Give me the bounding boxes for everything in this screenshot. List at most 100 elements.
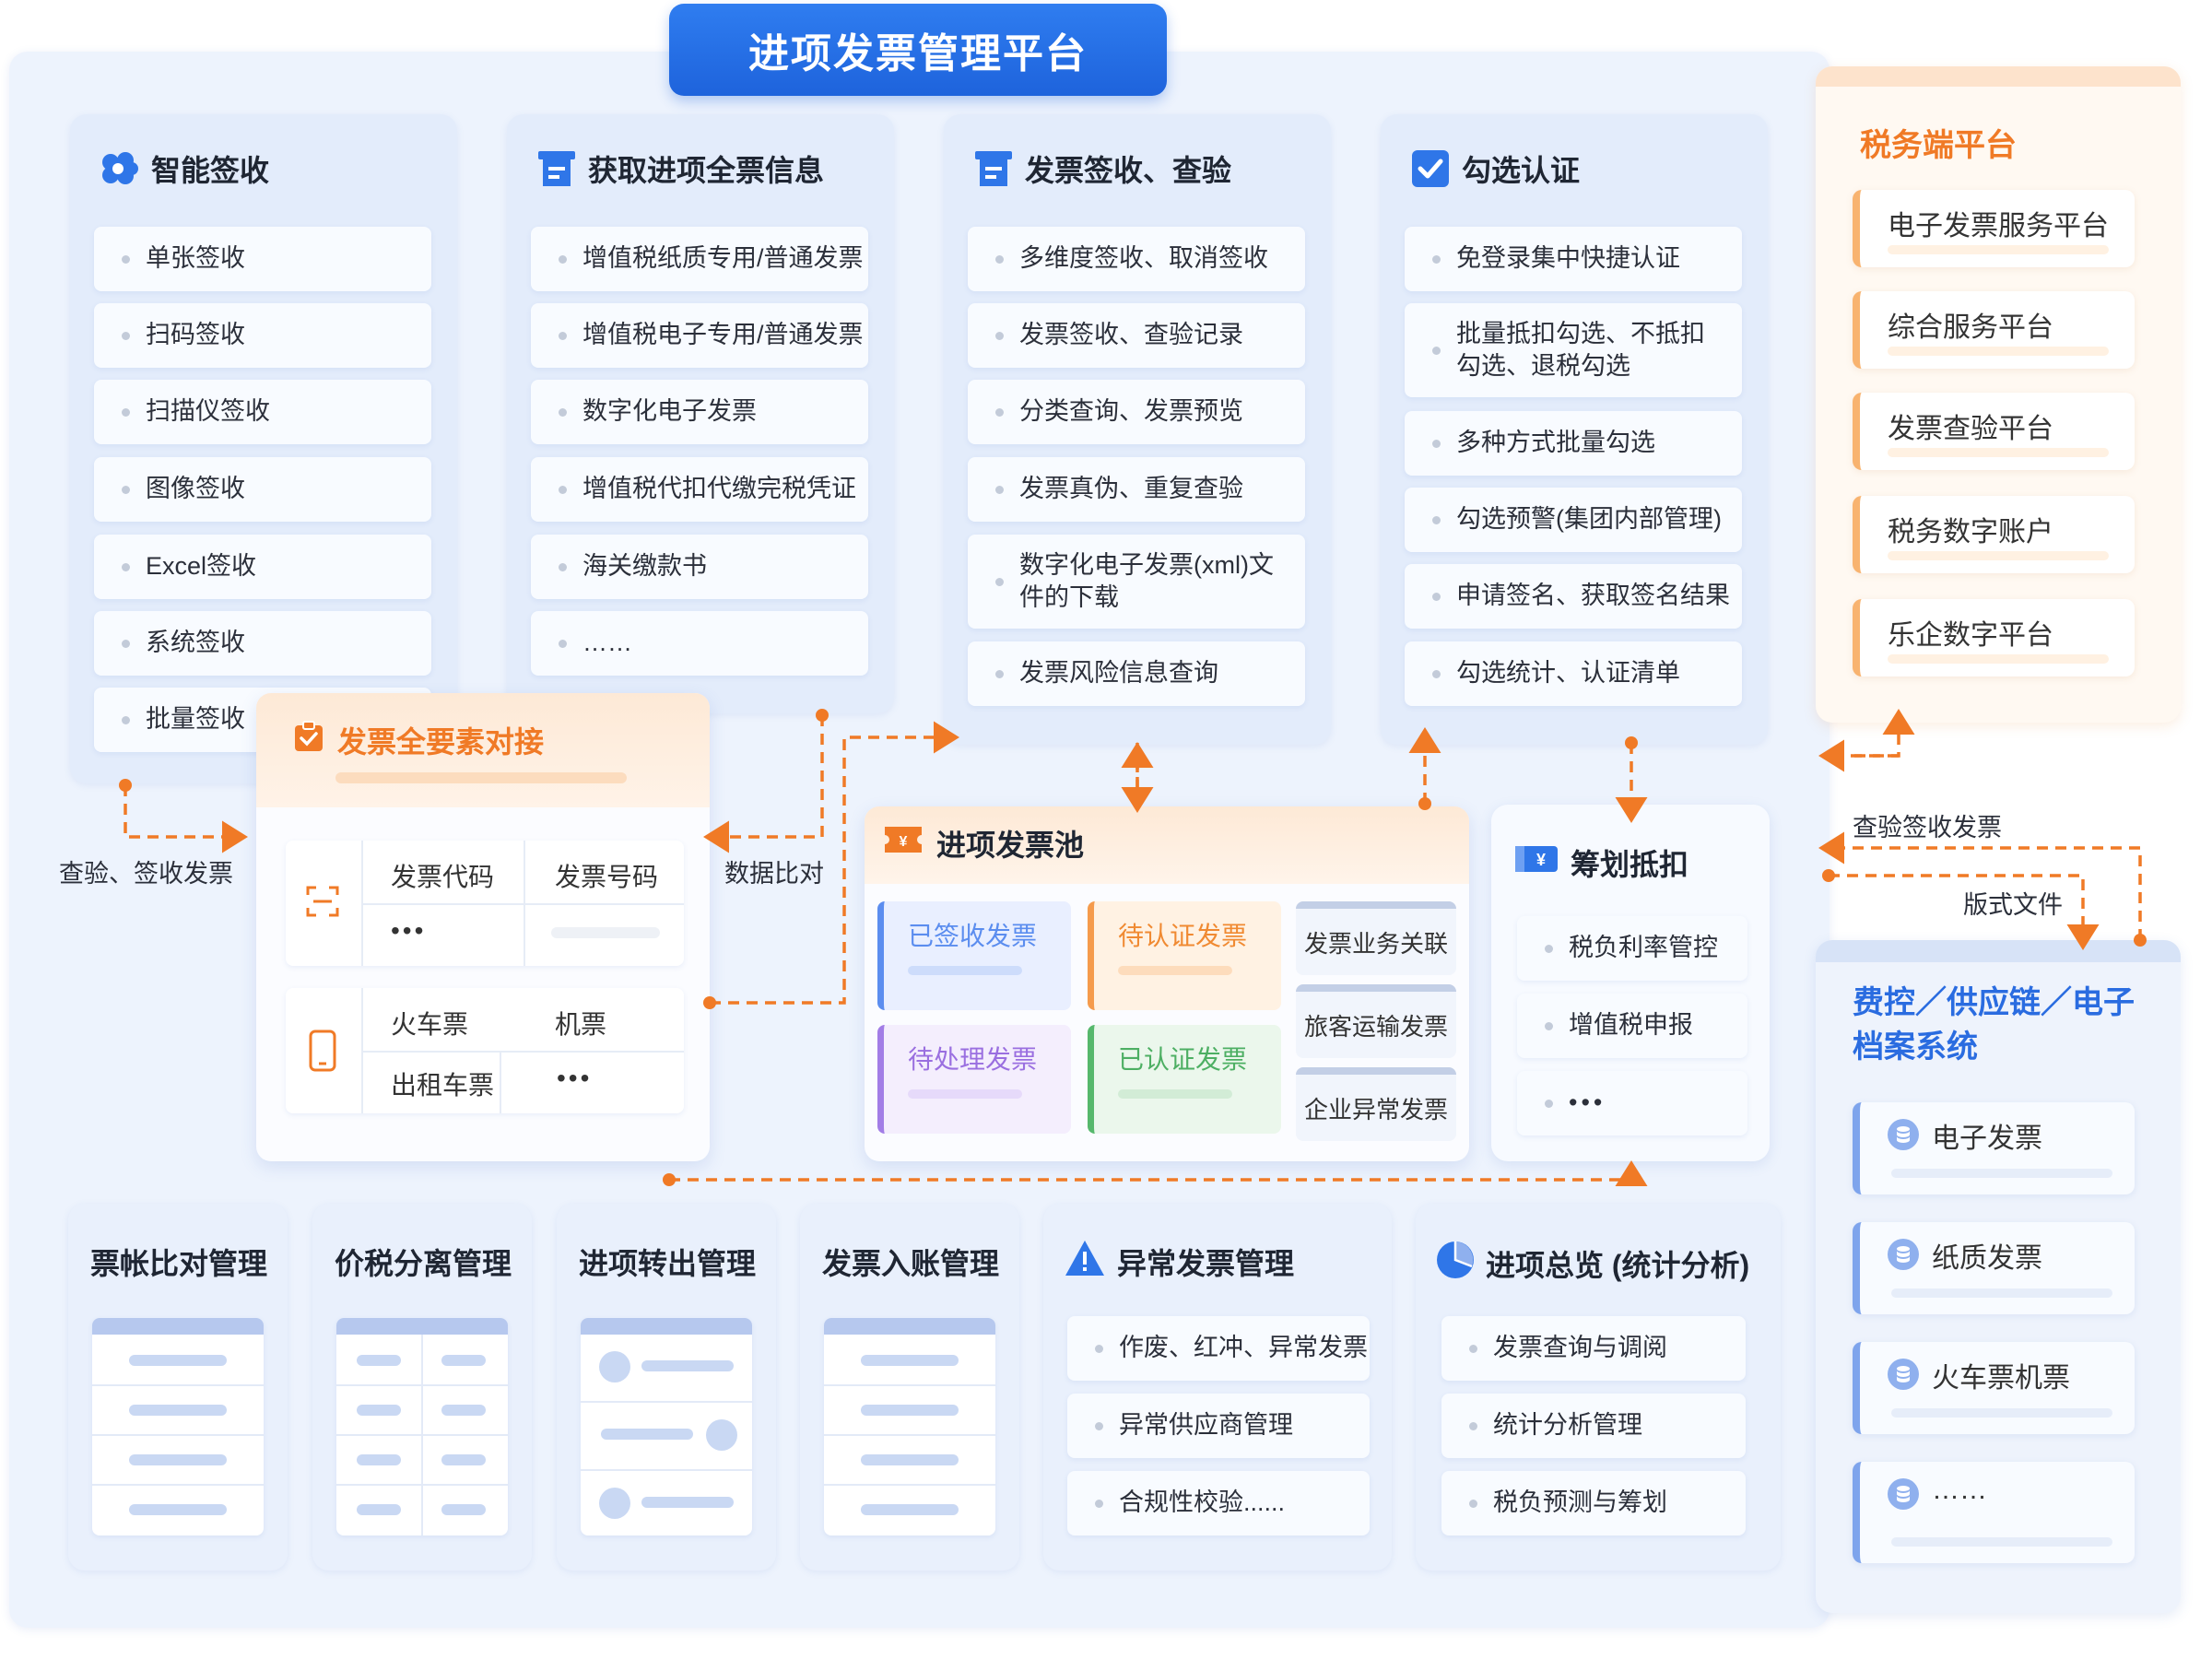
checkbox-icon — [1410, 148, 1451, 189]
overview-item[interactable]: 税负预测与筹划 — [1441, 1471, 1746, 1535]
abnormal-title: 异常发票管理 — [1117, 1247, 1295, 1280]
invoice-type-item[interactable]: 增值税代扣代缴完税凭证 — [531, 457, 868, 522]
svg-text:¥: ¥ — [900, 834, 908, 850]
abnormal-item[interactable]: 异常供应商管理 — [1067, 1394, 1370, 1458]
stage: 进项发票管理平台 智能签收 单张签收 扫码签收 扫描仪签收 图像签收 Excel… — [0, 0, 2212, 1659]
overview-item[interactable]: 统计分析管理 — [1441, 1394, 1746, 1458]
abnormal-heading: 异常发票管理 — [1064, 1239, 1294, 1285]
systems-item-label: 火车票机票 — [1932, 1363, 2070, 1394]
invoice-type-item[interactable]: 增值税电子专用/普通发票 — [531, 303, 868, 368]
mobile-icon — [308, 1029, 337, 1077]
placeholder-bar — [1888, 654, 2109, 664]
warning-icon — [1064, 1239, 1106, 1285]
tax-platform-header-strip — [1816, 66, 2181, 87]
tax-platform-item[interactable]: 乐企数字平台 — [1853, 599, 2135, 677]
smart-receipt-card: 智能签收 — [70, 114, 457, 783]
pool-box-label: 待认证发票 — [1118, 922, 1248, 950]
pie-chart-icon — [1434, 1239, 1477, 1288]
abnormal-item[interactable]: 作废、红冲、异常发票 — [1067, 1316, 1370, 1381]
check-auth-item[interactable]: 申请签名、获取签名结果 — [1405, 564, 1742, 629]
pool-side-item[interactable]: 企业异常发票 — [1296, 1067, 1456, 1141]
verify-item[interactable]: 分类查询、发票预览 — [968, 380, 1305, 444]
smart-receipt-item[interactable]: 扫码签收 — [94, 303, 431, 368]
reconcile-card[interactable]: 票帐比对管理 — [68, 1204, 288, 1571]
smart-receipt-item[interactable]: 扫描仪签收 — [94, 380, 431, 444]
invoice-type-item[interactable]: 增值税纸质专用/普通发票 — [531, 227, 868, 291]
verify-item[interactable]: 发票真伪、重复查验 — [968, 457, 1305, 522]
tax-platform-item[interactable]: 综合服务平台 — [1853, 291, 2135, 369]
transfer-out-card[interactable]: 进项转出管理 — [557, 1204, 776, 1571]
main-title: 进项发票管理平台 — [669, 4, 1167, 96]
check-auth-item[interactable]: 免登录集中快捷认证 — [1405, 227, 1742, 291]
systems-item[interactable]: 火车票机票 — [1853, 1342, 2135, 1434]
full-invoice-info-title: 获取进项全票信息 — [588, 154, 825, 187]
verify-item[interactable]: 数字化电子发票(xml)文件的下载 — [968, 535, 1305, 629]
placeholder-bar — [1888, 245, 2109, 254]
smart-receipt-item[interactable]: 系统签收 — [94, 611, 431, 676]
flow-label-check-receipt: 查验签收发票 — [1853, 814, 2002, 841]
tax-platform-item-label: 发票查验平台 — [1888, 414, 2053, 444]
invoice-type-item[interactable]: …… — [531, 611, 868, 676]
tax-platform-item-label: 电子发票服务平台 — [1888, 211, 2109, 241]
abnormal-item[interactable]: 合规性校验...... — [1067, 1471, 1370, 1535]
planning-item[interactable]: 税负利率管控 — [1517, 916, 1747, 981]
tax-platform-item-label: 乐企数字平台 — [1888, 620, 2053, 651]
placeholder-bar — [1891, 1408, 2112, 1418]
pool-box-signed[interactable]: 已签收发票 — [877, 901, 1071, 1010]
document-icon — [973, 148, 1014, 189]
pool-side-item[interactable]: 发票业务关联 — [1296, 901, 1456, 975]
flow-label-format-file: 版式文件 — [1963, 891, 2063, 919]
placeholder-bar — [908, 1089, 1022, 1099]
smart-receipt-item[interactable]: 图像签收 — [94, 457, 431, 522]
overview-item[interactable]: 发票查询与调阅 — [1441, 1316, 1746, 1381]
pool-box-pending-auth[interactable]: 待认证发票 — [1088, 901, 1281, 1010]
smart-receipt-item[interactable]: 单张签收 — [94, 227, 431, 291]
database-icon — [1888, 1239, 1919, 1270]
database-icon — [1888, 1478, 1919, 1510]
placeholder-bar — [908, 966, 1022, 975]
smart-receipt-title: 智能签收 — [151, 154, 270, 187]
money-icon: ¥ — [1513, 842, 1559, 883]
overview-heading: 进项总览 (统计分析) — [1434, 1239, 1749, 1288]
tax-platform-item[interactable]: 发票查验平台 — [1853, 393, 2135, 470]
database-icon — [1888, 1359, 1919, 1390]
verify-item[interactable]: 发票风险信息查询 — [968, 641, 1305, 706]
train-ticket-label: 火车票 — [391, 1010, 469, 1039]
element-dock-title: 发票全要素对接 — [337, 725, 545, 759]
more-label: ••• — [391, 916, 427, 945]
placeholder-bar — [1118, 1089, 1232, 1099]
planning-item[interactable]: 增值税申报 — [1517, 994, 1747, 1058]
pool-box-label: 待处理发票 — [908, 1045, 1038, 1074]
posting-card[interactable]: 发票入账管理 — [800, 1204, 1019, 1571]
pool-side-item[interactable]: 旅客运输发票 — [1296, 984, 1456, 1058]
systems-item[interactable]: …… — [1853, 1462, 2135, 1563]
pool-box-authenticated[interactable]: 已认证发票 — [1088, 1025, 1281, 1134]
check-auth-item[interactable]: 批量抵扣勾选、不抵扣勾选、退税勾选 — [1405, 303, 1742, 397]
verify-title: 发票签收、查验 — [1025, 154, 1232, 187]
ticket-type-grid: 火车票 机票 出租车票 ••• — [286, 988, 684, 1113]
tax-platform-item[interactable]: 电子发票服务平台 — [1853, 190, 2135, 267]
tax-platform-item[interactable]: 税务数字账户 — [1853, 496, 2135, 573]
pool-box-pending[interactable]: 待处理发票 — [877, 1025, 1071, 1134]
invoice-code-grid: 发票代码 发票号码 ••• — [286, 841, 684, 966]
systems-item[interactable]: 电子发票 — [1853, 1102, 2135, 1194]
verify-item[interactable]: 发票签收、查验记录 — [968, 303, 1305, 368]
systems-item[interactable]: 纸质发票 — [1853, 1222, 2135, 1314]
systems-title: 费控／供应链／电子档案系统 — [1853, 985, 2135, 1065]
check-auth-item[interactable]: 勾选统计、认证清单 — [1405, 641, 1742, 706]
placeholder-bar — [335, 772, 627, 783]
invoice-type-item[interactable]: 海关缴款书 — [531, 535, 868, 599]
smart-receipt-item[interactable]: Excel签收 — [94, 535, 431, 599]
invoice-pool-title: 进项发票池 — [936, 829, 1085, 862]
table-illustration — [824, 1318, 995, 1535]
price-tax-card[interactable]: 价税分离管理 — [312, 1204, 532, 1571]
check-auth-item[interactable]: 多种方式批量勾选 — [1405, 411, 1742, 476]
check-auth-item[interactable]: 勾选预警(集团内部管理) — [1405, 488, 1742, 552]
invoice-type-item[interactable]: 数字化电子发票 — [531, 380, 868, 444]
database-icon — [1888, 1119, 1919, 1150]
table-illustration — [92, 1318, 264, 1535]
tax-platform-item-label: 税务数字账户 — [1888, 517, 2053, 547]
planning-item[interactable]: ••• — [1517, 1071, 1747, 1135]
flow-label-verify-receipt: 查验、签收发票 — [59, 860, 233, 888]
verify-item[interactable]: 多维度签收、取消签收 — [968, 227, 1305, 291]
